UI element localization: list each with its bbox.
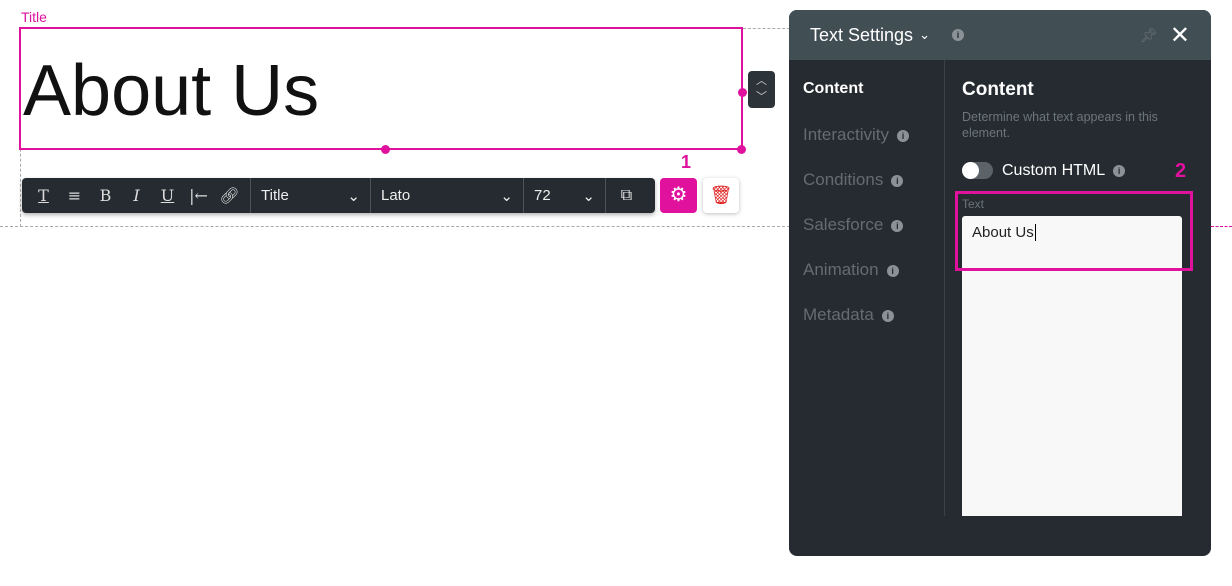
resize-handle[interactable] — [738, 88, 747, 97]
link-icon[interactable]: 🔗︎ — [214, 186, 245, 205]
info-icon[interactable]: i — [891, 219, 904, 232]
nav-content[interactable]: Content — [803, 80, 863, 98]
font-value: Lato — [381, 187, 411, 204]
trash-icon: 🗑︎ — [709, 185, 733, 205]
callout-2: 2 — [1175, 160, 1187, 182]
section-description: Determine what text appears in this elem… — [962, 110, 1158, 140]
resize-handle[interactable] — [381, 145, 390, 154]
style-select[interactable]: Title ⌄ — [250, 178, 370, 213]
align-icon[interactable]: ≡ — [59, 186, 90, 205]
move-up-down-button[interactable]: ︿ ﹀ — [748, 71, 775, 108]
underline-icon[interactable]: U — [152, 186, 183, 205]
guide-line — [0, 226, 790, 227]
info-icon[interactable]: i — [1113, 164, 1126, 177]
title-text[interactable]: About Us — [23, 51, 319, 131]
chevron-down-icon: ﹀ — [756, 91, 767, 103]
nav-metadata[interactable]: Metadata i — [803, 305, 894, 325]
section-title: Content — [962, 79, 1034, 100]
text-toolbar: T ≡ B I U |← 🔗︎ Title ⌄ Lato ⌄ 72 ⌄ ⧉ — [22, 178, 655, 213]
gear-icon: ⚙ — [669, 184, 688, 206]
guide-line — [743, 28, 790, 29]
chevron-down-icon: ⌄ — [500, 187, 513, 205]
style-value: Title — [261, 187, 289, 204]
chevron-down-icon: ⌄ — [582, 187, 595, 205]
nav-interactivity[interactable]: Interactivity i — [803, 125, 909, 145]
close-icon[interactable]: ✕ — [1170, 21, 1190, 50]
external-link-icon: ⧉ — [620, 186, 633, 204]
divider — [944, 60, 945, 516]
callout-1: 1 — [681, 152, 692, 172]
pin-icon[interactable]: 📌︎ — [1140, 27, 1158, 44]
delete-button[interactable]: 🗑︎ — [703, 178, 739, 213]
highlight-box — [955, 191, 1193, 271]
settings-button[interactable]: ⚙ — [660, 178, 697, 213]
title-element[interactable]: About Us — [19, 27, 743, 150]
element-label: Title — [21, 9, 47, 25]
info-icon[interactable]: i — [886, 264, 899, 277]
bold-icon[interactable]: B — [90, 186, 121, 205]
info-icon[interactable]: i — [951, 29, 964, 41]
indent-icon[interactable]: |← — [183, 186, 214, 205]
chevron-down-icon[interactable]: ⌄ — [919, 27, 930, 43]
open-external-button[interactable]: ⧉ — [605, 178, 647, 213]
text-settings-panel: Text Settings ⌄ i 📌︎ ✕ Content Interacti… — [789, 10, 1211, 556]
panel-header: Text Settings ⌄ i 📌︎ ✕ — [789, 10, 1211, 60]
toggle-knob — [962, 162, 979, 179]
info-icon[interactable]: i — [896, 129, 909, 142]
size-select[interactable]: 72 ⌄ — [523, 178, 605, 213]
info-icon[interactable]: i — [891, 174, 904, 187]
guide-line — [1211, 226, 1232, 227]
nav-animation[interactable]: Animation i — [803, 260, 899, 280]
info-icon[interactable]: i — [881, 309, 894, 322]
panel-title[interactable]: Text Settings — [810, 25, 913, 46]
italic-icon[interactable]: I — [121, 186, 152, 205]
nav-conditions[interactable]: Conditions i — [803, 170, 904, 190]
resize-handle[interactable] — [737, 145, 746, 154]
chevron-up-icon: ︿ — [756, 75, 767, 87]
text-color-icon[interactable]: T — [28, 186, 59, 205]
chevron-down-icon: ⌄ — [347, 187, 360, 205]
size-value: 72 — [534, 187, 551, 204]
custom-html-label: Custom HTML i — [1002, 162, 1126, 180]
nav-salesforce[interactable]: Salesforce i — [803, 215, 904, 235]
custom-html-toggle[interactable] — [962, 162, 993, 179]
font-select[interactable]: Lato ⌄ — [370, 178, 523, 213]
